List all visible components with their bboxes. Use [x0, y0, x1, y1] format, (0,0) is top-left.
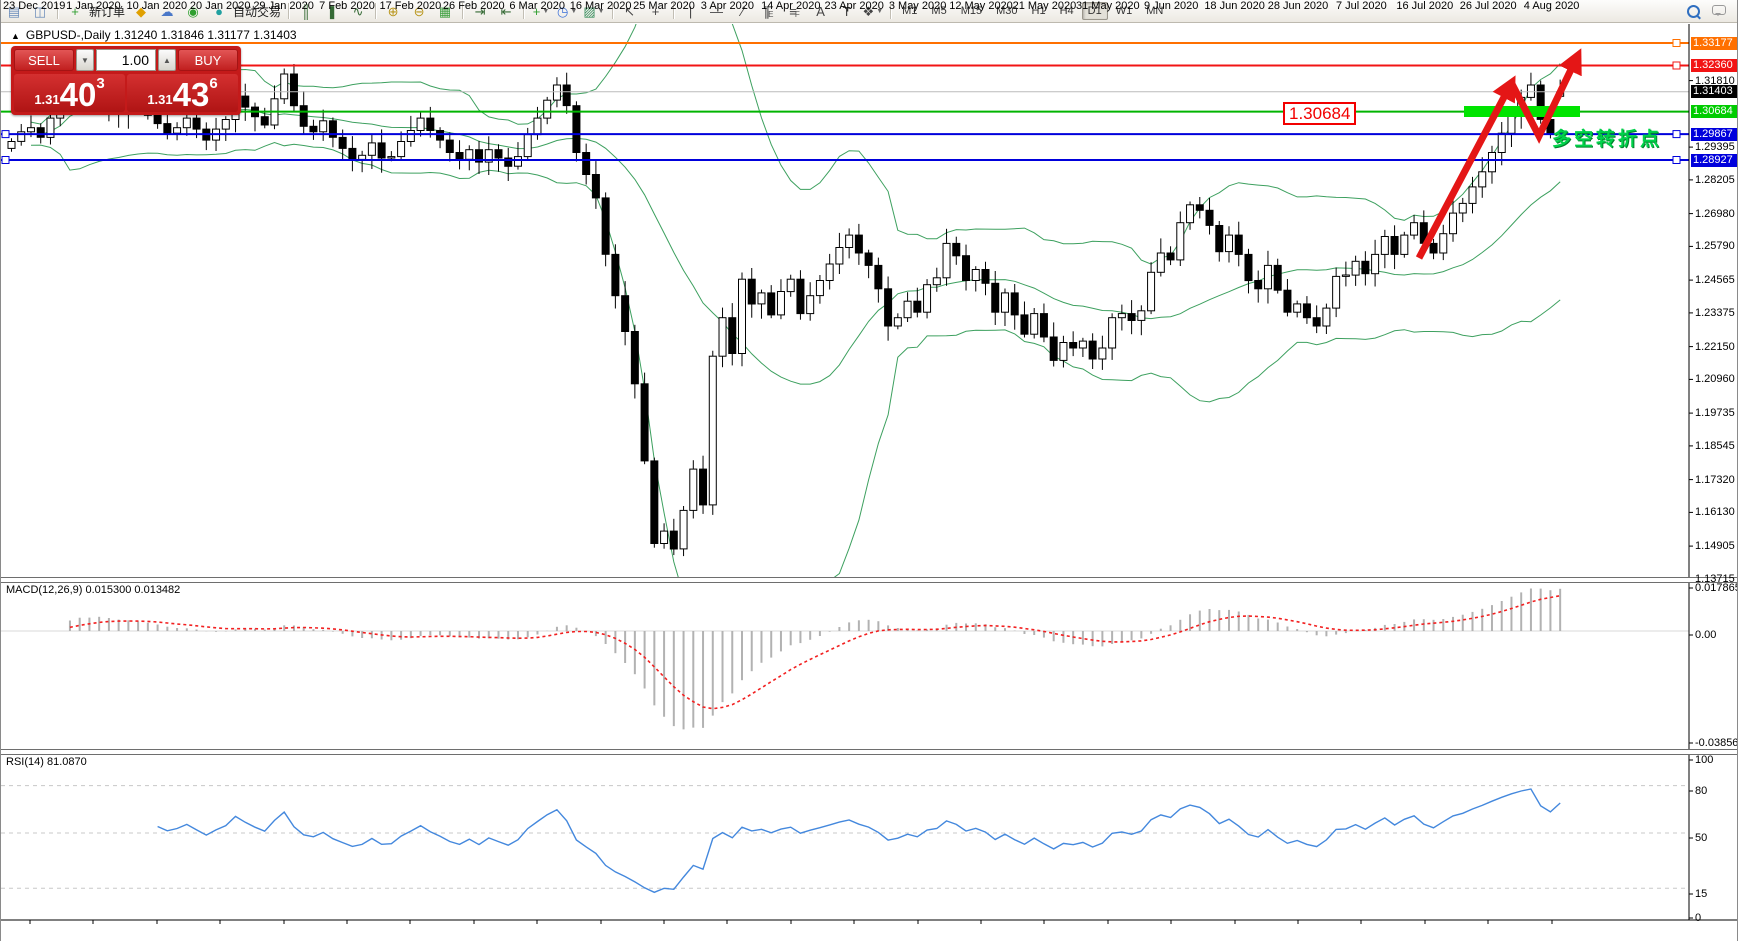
resistance-line-2[interactable] [1, 62, 1689, 69]
pivot-annotation-text[interactable]: 多空转折点 [1552, 124, 1662, 151]
sell-price-prefix: 1.31 [34, 92, 59, 107]
date-tick-label: 10 Jan 2020 [127, 0, 188, 12]
date-tick-label: 25 Mar 2020 [633, 0, 695, 12]
buy-price-display[interactable]: 1.31436 [127, 74, 238, 112]
date-tick-label: 31 May 2020 [1076, 0, 1140, 12]
date-tick-label: 3 May 2020 [889, 0, 946, 12]
macd-histogram [1, 589, 1689, 730]
date-tick-label: 16 Mar 2020 [570, 0, 632, 12]
price-tick-label: 1.18545 [1695, 440, 1735, 452]
rsi-pane-separator[interactable] [1, 749, 1738, 755]
macd-pane-separator[interactable] [1, 577, 1738, 583]
price-tick-label: 1.16130 [1695, 506, 1735, 518]
price-tick-label: 1.24565 [1695, 274, 1735, 286]
price-level-badge: 1.28927 [1691, 154, 1738, 167]
date-tick-label: 26 Jul 2020 [1460, 0, 1517, 12]
rsi-tick-label: 50 [1695, 832, 1707, 844]
price-level-badge: 1.30684 [1691, 105, 1738, 118]
date-tick-label: 28 Jun 2020 [1268, 0, 1329, 12]
symbol-period-label: GBPUSD-,Daily [26, 28, 111, 42]
price-tick-label: 1.22150 [1695, 341, 1735, 353]
terminal-window: ▤◫+新订单◆☁◉●自动交易║❚∿⊕⊖▦⇥⇤+▼◷▼▨▼↖+|—∕∥E≡FAT❖… [0, 0, 1738, 941]
price-level-badge: 1.32360 [1691, 59, 1738, 72]
date-tick-label: 14 Apr 2020 [761, 0, 820, 12]
volume-down-button[interactable]: ▼ [76, 49, 94, 71]
rsi-tick-label: 100 [1695, 754, 1713, 766]
date-tick-label: 23 Apr 2020 [825, 0, 884, 12]
price-tick-label: 1.26980 [1695, 208, 1735, 220]
date-tick-label: 29 Jan 2020 [253, 0, 314, 12]
rsi-pane-content [1, 786, 1689, 893]
macd-tick-label: -0.038561 [1695, 737, 1738, 749]
ohlc-values: 1.31240 1.31846 1.31177 1.31403 [114, 28, 297, 42]
sell-price-big: 40 [60, 80, 97, 110]
date-tick-label: 17 Feb 2020 [380, 0, 442, 12]
volume-input[interactable] [96, 49, 156, 71]
price-tick-label: 1.28205 [1695, 174, 1735, 186]
date-tick-label: 9 Jun 2020 [1144, 0, 1198, 12]
rsi-tick-label: 15 [1695, 888, 1707, 900]
date-tick-label: 20 Jan 2020 [190, 0, 251, 12]
price-level-badge: 1.33177 [1691, 37, 1738, 50]
date-tick-label: 12 May 2020 [949, 0, 1013, 12]
price-tick-label: 1.20960 [1695, 373, 1735, 385]
price-level-badge: 1.29867 [1691, 128, 1738, 141]
price-tick-label: 1.25790 [1695, 240, 1735, 252]
date-tick-label: 16 Jul 2020 [1396, 0, 1453, 12]
rsi-line [158, 789, 1561, 892]
chart-canvas [1, 0, 1738, 941]
macd-signal-line [70, 596, 1560, 709]
sell-price-display[interactable]: 1.31403 [14, 74, 125, 112]
support-line-1[interactable] [1, 131, 1689, 138]
buy-price-prefix: 1.31 [147, 92, 172, 107]
date-tick-label: 7 Feb 2020 [319, 0, 375, 12]
buy-price-big: 43 [173, 80, 210, 110]
sell-price-sup: 3 [96, 75, 104, 92]
date-tick-label: 21 May 2020 [1013, 0, 1077, 12]
volume-up-button[interactable]: ▲ [158, 49, 176, 71]
price-tick-label: 1.17320 [1695, 474, 1735, 486]
one-click-trading-panel: SELL ▼ ▲ BUY 1.31403 1.31436 [11, 46, 241, 115]
date-tick-label: 6 Mar 2020 [509, 0, 565, 12]
price-tick-label: 1.29395 [1695, 141, 1735, 153]
price-level-badge: 1.31403 [1691, 85, 1738, 98]
date-tick-label: 3 Apr 2020 [701, 0, 754, 12]
ocp-collapse-icon[interactable]: ▲ [11, 31, 20, 41]
macd-indicator-label: MACD(12,26,9) 0.015300 0.013482 [6, 584, 180, 596]
macd-tick-label: 0.017865 [1695, 582, 1738, 594]
date-tick-label: 4 Aug 2020 [1524, 0, 1580, 12]
chart-title: ▲ GBPUSD-,Daily 1.31240 1.31846 1.31177 1… [11, 28, 297, 42]
date-tick-label: 1 Jan 2020 [66, 0, 120, 12]
price-tick-label: 1.14905 [1695, 540, 1735, 552]
date-tick-label: 23 Dec 2019 [3, 0, 65, 12]
date-tick-label: 18 Jun 2020 [1204, 0, 1265, 12]
price-callout-box[interactable]: 1.30684 [1283, 102, 1356, 125]
support-line-2[interactable] [1, 157, 1689, 164]
buy-price-sup: 6 [209, 75, 217, 92]
sell-button[interactable]: SELL [14, 49, 74, 71]
date-tick-label: 7 Jul 2020 [1336, 0, 1387, 12]
price-tick-label: 1.19735 [1695, 407, 1735, 419]
macd-tick-label: 0.00 [1695, 629, 1716, 641]
buy-button[interactable]: BUY [178, 49, 238, 71]
bollinger-bands [31, 0, 1560, 647]
rsi-indicator-label: RSI(14) 81.0870 [6, 756, 87, 768]
date-tick-label: 26 Feb 2020 [443, 0, 505, 12]
price-tick-label: 1.23375 [1695, 307, 1735, 319]
rsi-tick-label: 80 [1695, 785, 1707, 797]
rsi-tick-label: 0 [1695, 912, 1701, 924]
